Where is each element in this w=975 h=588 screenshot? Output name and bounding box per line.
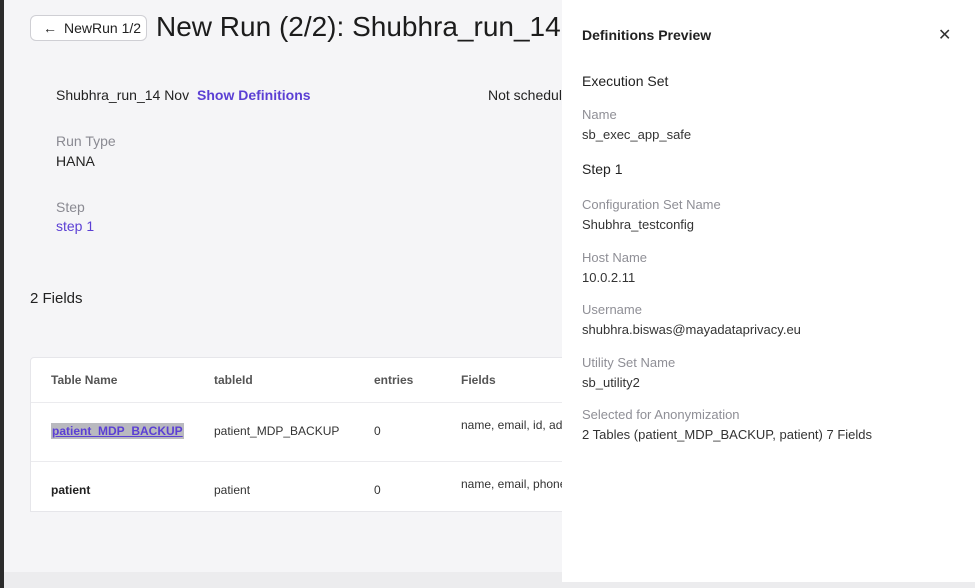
- back-button-label: NewRun 1/2: [64, 20, 142, 36]
- row-divider: [31, 461, 562, 462]
- run-type-label: Run Type: [56, 133, 116, 149]
- run-type-value: HANA: [56, 153, 95, 169]
- username-label: Username: [582, 302, 642, 317]
- table-name-link[interactable]: patient_MDP_BACKUP: [51, 423, 184, 439]
- back-button[interactable]: ← NewRun 1/2: [30, 15, 147, 41]
- step-heading: Step 1: [582, 161, 623, 177]
- name-value: sb_exec_app_safe: [582, 127, 692, 142]
- close-icon[interactable]: ✕: [938, 28, 951, 44]
- row-divider: [31, 402, 562, 403]
- run-name: Shubhra_run_14 Nov: [56, 87, 190, 103]
- anonymization-value: 2 Tables (patient_MDP_BACKUP, patient) 7…: [582, 427, 873, 442]
- fields-cell: name, email, phone: [461, 477, 562, 491]
- config-set-label: Configuration Set Name: [582, 197, 721, 212]
- page-title: New Run (2/2): Shubhra_run_14 Nov: [156, 11, 562, 42]
- name-label: Name: [582, 107, 617, 122]
- column-header-table-name[interactable]: Table Name: [51, 373, 117, 387]
- fields-count: 2 Fields: [30, 290, 83, 307]
- fields-cell: name, email, id, ad: [461, 418, 562, 432]
- execution-set-heading: Execution Set: [582, 73, 669, 89]
- table-id-cell: patient: [214, 483, 251, 497]
- run-details-page: ← NewRun 1/2 New Run (2/2): Shubhra_run_…: [4, 0, 562, 588]
- column-header-entries[interactable]: entries: [374, 373, 413, 387]
- host-name-label: Host Name: [582, 250, 648, 265]
- arrow-left-icon: ←: [43, 20, 57, 36]
- anonymization-label: Selected for Anonymization: [582, 407, 740, 422]
- fields-table: Table Name tableId entries Fields patien…: [30, 357, 562, 512]
- utility-set-value: sb_utility2: [582, 375, 640, 390]
- column-header-table-id[interactable]: tableId: [214, 373, 253, 387]
- column-header-fields[interactable]: Fields: [461, 373, 496, 387]
- table-id-cell: patient_MDP_BACKUP: [214, 424, 340, 438]
- table-name-cell: patient: [51, 483, 91, 497]
- entries-cell: 0: [374, 483, 381, 497]
- step-label: Step: [56, 199, 85, 215]
- host-name-value: 10.0.2.11: [582, 270, 636, 285]
- schedule-status: Not scheduled: [488, 87, 562, 103]
- utility-set-label: Utility Set Name: [582, 355, 676, 370]
- config-set-value: Shubhra_testconfig: [582, 217, 695, 232]
- entries-cell: 0: [374, 424, 381, 438]
- panel-title: Definitions Preview: [582, 27, 712, 43]
- definitions-preview-panel: Definitions Preview ✕ Execution Set Name…: [562, 0, 975, 582]
- show-definitions-link[interactable]: Show Definitions: [197, 87, 311, 103]
- run-name-row: Shubhra_run_14 Nov Show Definitions: [56, 87, 311, 103]
- step-link[interactable]: step 1: [56, 218, 94, 234]
- username-value: shubhra.biswas@mayadataprivacy.eu: [582, 322, 801, 337]
